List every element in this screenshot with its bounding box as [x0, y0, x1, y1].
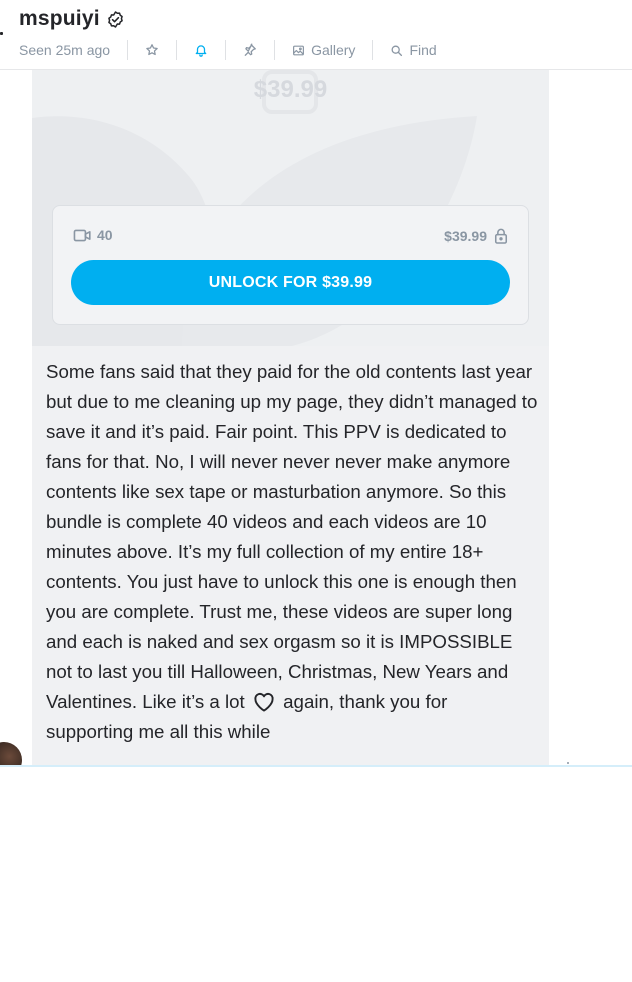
video-icon [73, 229, 91, 241]
chat-toolbar: Seen 25m ago Gallery Find [19, 40, 454, 60]
search-icon [391, 45, 403, 56]
message-text-body: Some fans said that they paid for the ol… [46, 361, 538, 712]
ppv-lock-card: 40 $39.99 UNLOCK FOR $39.99 [52, 205, 529, 325]
composer-area [0, 767, 632, 982]
chat-title-row: mspuiyi [19, 7, 125, 31]
bell-icon [195, 45, 207, 57]
message-options-icon[interactable] [567, 762, 569, 764]
chat-header: mspuiyi Seen 25m ago Gallery Find [0, 0, 632, 70]
verified-badge-icon [107, 10, 123, 28]
pin-icon [244, 43, 256, 56]
find-label: Find [409, 42, 437, 58]
locked-media-preview[interactable]: $39.99 40 $39.99 UNLOCK FOR $39.99 [32, 70, 549, 346]
image-icon [293, 45, 305, 55]
lock-icon [494, 228, 508, 244]
pin-button[interactable] [226, 40, 274, 60]
unlock-button[interactable]: UNLOCK FOR $39.99 [71, 260, 510, 305]
username[interactable]: mspuiyi [19, 7, 100, 31]
media-count: 40 [73, 227, 113, 243]
blurred-price: $39.99 [253, 76, 328, 103]
last-seen-status: Seen 25m ago [19, 42, 111, 58]
message-text: Some fans said that they paid for the ol… [46, 357, 538, 747]
message-bubble: $39.99 40 $39.99 UNLOCK FOR $39.99 Some … [32, 70, 549, 766]
ppv-price-value: $39.99 [444, 228, 487, 244]
media-count-value: 40 [97, 227, 113, 243]
ppv-price: $39.99 [444, 227, 508, 245]
heart-icon [254, 692, 274, 712]
find-button[interactable]: Find [373, 40, 453, 60]
notifications-button[interactable] [177, 40, 225, 60]
star-icon [146, 44, 158, 56]
gallery-label: Gallery [311, 42, 356, 58]
gallery-button[interactable]: Gallery [275, 40, 372, 60]
favorite-button[interactable] [128, 40, 176, 60]
back-arrow-icon[interactable] [0, 32, 3, 35]
